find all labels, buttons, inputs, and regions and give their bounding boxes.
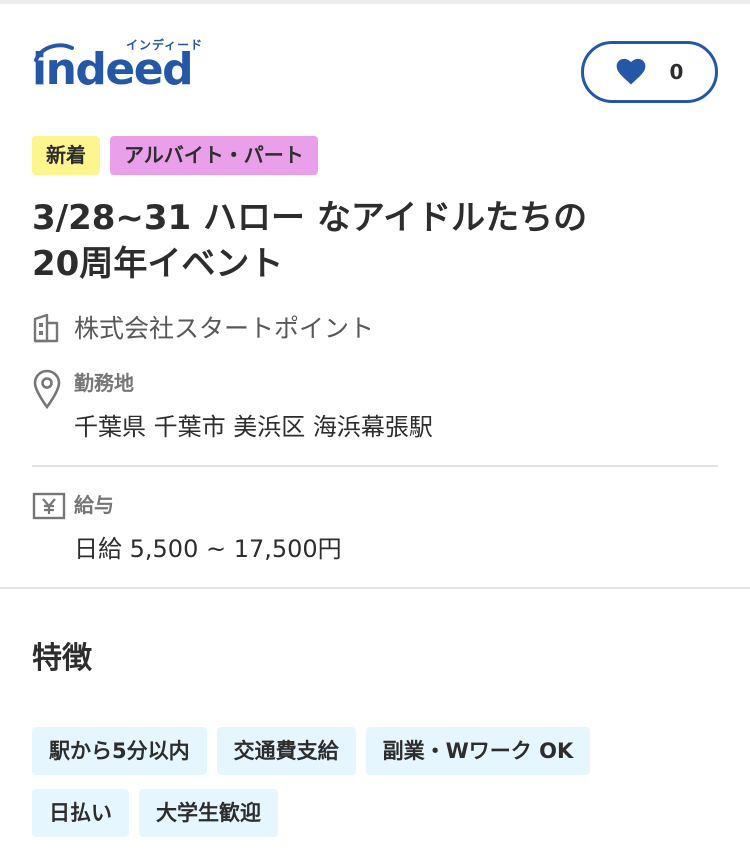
- salary-label: 給与: [74, 493, 114, 517]
- logo-wordmark: indeed: [32, 44, 194, 95]
- feature-chip: 日払い: [32, 789, 129, 837]
- favorite-count: 0: [669, 60, 684, 84]
- location-value: 千葉県 千葉市 美浜区 海浜幕張駅: [74, 413, 433, 441]
- job-title: 3/28~31 ハロー なアイドルたちの 20周年イベント: [0, 195, 750, 287]
- feature-chip: 交通費支給: [216, 727, 356, 775]
- location-label: 勤務地: [74, 371, 134, 395]
- section-divider: [0, 587, 750, 589]
- indeed-logo[interactable]: インディード indeed: [32, 36, 217, 96]
- building-icon: [32, 311, 74, 343]
- feature-chip: 副業・Wワーク OK: [365, 727, 591, 775]
- favorite-button[interactable]: 0: [581, 41, 718, 103]
- job-title-line-2: 20周年イベント: [32, 244, 284, 284]
- location-row: 勤務地 千葉県 千葉市 美浜区 海浜幕張駅: [0, 369, 750, 443]
- location-pin-icon: [32, 369, 74, 443]
- feature-chips: 駅から5分以内 交通費支給 副業・Wワーク OK 日払い 大学生歓迎: [0, 727, 700, 837]
- heart-icon: [616, 58, 645, 85]
- salary-value: 日給 5,500 ~ 17,500円: [74, 535, 342, 563]
- new-badge: 新着: [32, 136, 100, 175]
- job-title-line-1: 3/28~31 ハロー なアイドルたちの: [32, 198, 588, 238]
- badges: 新着 アルバイト・パート: [0, 136, 750, 175]
- divider: [32, 465, 718, 467]
- feature-chip: 駅から5分以内: [32, 727, 207, 775]
- features-title: 特徴: [32, 641, 92, 676]
- employment-type-badge: アルバイト・パート: [110, 136, 318, 175]
- company-row: 株式会社スタートポイント: [0, 309, 750, 345]
- company-name[interactable]: 株式会社スタートポイント: [74, 309, 374, 345]
- feature-chip: 大学生歓迎: [139, 789, 278, 837]
- yen-icon: [32, 491, 74, 565]
- salary-row: 給与 日給 5,500 ~ 17,500円: [0, 491, 750, 565]
- header: インディード indeed 0: [0, 4, 750, 120]
